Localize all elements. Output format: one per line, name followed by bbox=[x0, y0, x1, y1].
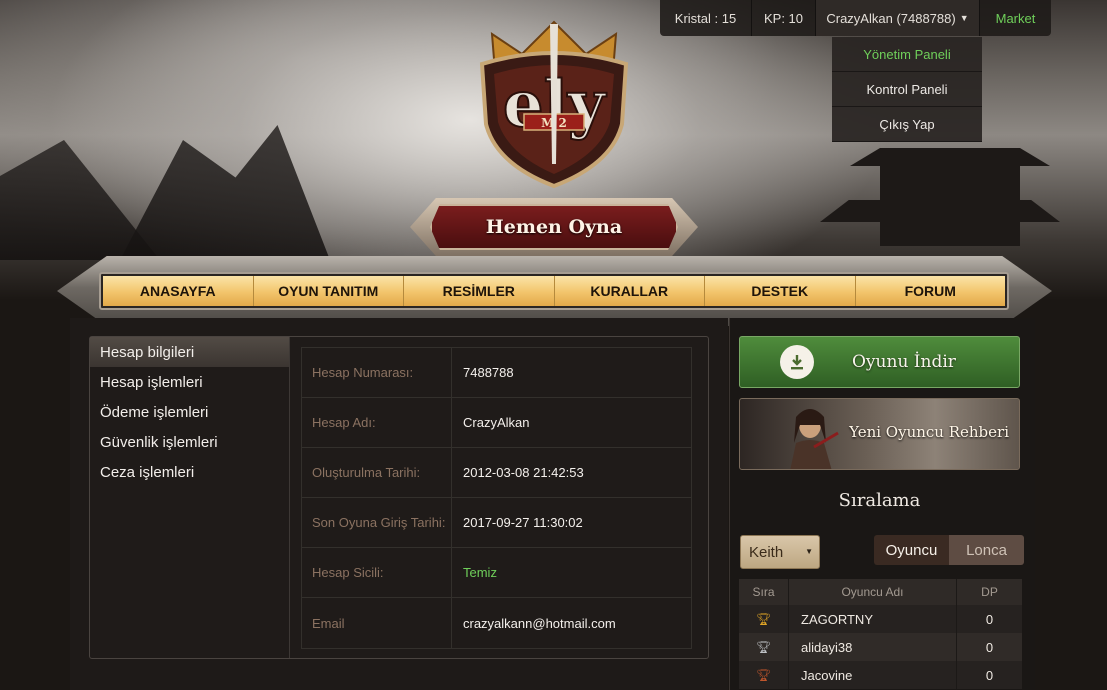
info-label: Hesap Numarası: bbox=[302, 348, 452, 397]
info-row-email: Email crazyalkann@hotmail.com bbox=[302, 598, 691, 648]
table-row[interactable]: 🏆︎ ZAGORTNY 0 bbox=[739, 605, 1022, 633]
col-header-rank: Sıra bbox=[739, 579, 789, 605]
player-name: Jacovine bbox=[789, 661, 957, 689]
col-header-name: Oyuncu Adı bbox=[789, 579, 957, 605]
nav-item-oyun-tanitim[interactable]: OYUN TANITIM bbox=[253, 276, 404, 306]
account-info-table: Hesap Numarası: 7488788 Hesap Adı: Crazy… bbox=[301, 347, 692, 649]
info-label: Hesap Adı: bbox=[302, 398, 452, 447]
account-menu-guvenlik-islemleri[interactable]: Güvenlik işlemleri bbox=[90, 427, 289, 457]
nav-item-anasayfa[interactable]: ANASAYFA bbox=[103, 276, 254, 306]
nav-item-resimler[interactable]: RESİMLER bbox=[404, 276, 555, 306]
download-icon bbox=[780, 345, 814, 379]
main-navigation: ANASAYFA OYUN TANITIM RESİMLER KURALLAR … bbox=[57, 256, 1052, 326]
info-value: 2017-09-27 11:30:02 bbox=[463, 515, 583, 530]
player-name: alidayi38 bbox=[789, 633, 957, 661]
info-label: Oluşturulma Tarihi: bbox=[302, 448, 452, 497]
info-value: crazyalkann@hotmail.com bbox=[463, 615, 616, 631]
mountain-silhouette bbox=[120, 125, 330, 260]
menu-item-cikis-yap[interactable]: Çıkış Yap bbox=[832, 107, 982, 142]
player-dp: 0 bbox=[985, 611, 994, 627]
ranking-table-header: Sıra Oyuncu Adı DP bbox=[739, 579, 1022, 605]
kp-balance: KP: 10 bbox=[752, 0, 816, 36]
col-header-dp: DP bbox=[981, 585, 998, 599]
user-menu-toggle[interactable]: CrazyAlkan (7488788) ▼ bbox=[816, 0, 980, 36]
info-row-created-date: Oluşturulma Tarihi: 2012-03-08 21:42:53 bbox=[302, 448, 691, 498]
info-row-account-number: Hesap Numarası: 7488788 bbox=[302, 348, 691, 398]
info-row-account-record: Hesap Sicili: Temiz bbox=[302, 548, 691, 598]
nav-item-destek[interactable]: DESTEK bbox=[705, 276, 856, 306]
warrior-portrait-image bbox=[780, 403, 840, 469]
guide-label: Yeni Oyuncu Rehberi bbox=[849, 423, 1009, 441]
account-panel: Hesap bilgileri Hesap işlemleri Ödeme iş… bbox=[89, 336, 709, 659]
ranking-table: Sıra Oyuncu Adı DP 🏆︎ ZAGORTNY 0 🏆︎ alid… bbox=[739, 579, 1022, 689]
nav-item-forum[interactable]: FORUM bbox=[855, 276, 1005, 306]
download-label: Oyunu İndir bbox=[852, 352, 956, 372]
menu-item-kontrol-paneli[interactable]: Kontrol Paneli bbox=[832, 72, 982, 107]
nav-bar: ANASAYFA OYUN TANITIM RESİMLER KURALLAR … bbox=[99, 272, 1009, 310]
account-menu: Hesap bilgileri Hesap işlemleri Ödeme iş… bbox=[90, 337, 290, 658]
mountain-silhouette bbox=[0, 140, 160, 260]
toggle-oyuncu[interactable]: Oyuncu bbox=[874, 535, 949, 565]
ranking-title: Sıralama bbox=[838, 490, 921, 511]
table-row[interactable]: 🏆︎ Jacovine 0 bbox=[739, 661, 1022, 689]
player-dp: 0 bbox=[985, 667, 994, 683]
account-menu-odeme-islemleri[interactable]: Ödeme işlemleri bbox=[90, 397, 289, 427]
server-select[interactable]: Keith ▼ bbox=[740, 535, 820, 569]
caret-down-icon: ▼ bbox=[959, 13, 969, 23]
info-value: CrazyAlkan bbox=[463, 415, 530, 430]
table-row[interactable]: 🏆︎ alidayi38 0 bbox=[739, 633, 1022, 661]
ranking-type-toggle: Oyuncu Lonca bbox=[874, 535, 1024, 565]
kristal-balance: Kristal : 15 bbox=[660, 0, 752, 36]
info-row-account-name: Hesap Adı: CrazyAlkan bbox=[302, 398, 691, 448]
nav-item-kurallar[interactable]: KURALLAR bbox=[554, 276, 705, 306]
pagoda-silhouette bbox=[820, 200, 1060, 222]
new-player-guide-banner[interactable]: Yeni Oyuncu Rehberi bbox=[739, 398, 1020, 470]
status-value: Temiz bbox=[463, 565, 497, 580]
username-label: CrazyAlkan (7488788) bbox=[826, 10, 956, 26]
trophy-silver-icon: 🏆︎ bbox=[739, 633, 789, 661]
user-dropdown-menu: Yönetim Paneli Kontrol Paneli Çıkış Yap bbox=[832, 37, 982, 142]
info-label: Son Oyuna Giriş Tarihi: bbox=[302, 498, 452, 547]
trophy-bronze-icon: 🏆︎ bbox=[739, 661, 789, 689]
top-account-bar: Kristal : 15 KP: 10 CrazyAlkan (7488788)… bbox=[660, 0, 1051, 36]
chevron-down-icon: ▼ bbox=[805, 547, 813, 556]
menu-item-yonetim-paneli[interactable]: Yönetim Paneli bbox=[832, 37, 982, 72]
play-now-button[interactable]: Hemen Oyna bbox=[410, 198, 698, 256]
toggle-lonca[interactable]: Lonca bbox=[949, 535, 1024, 565]
player-name: ZAGORTNY bbox=[789, 605, 957, 633]
player-dp: 0 bbox=[985, 639, 994, 655]
info-label: Email bbox=[302, 598, 452, 648]
play-button-label: Hemen Oyna bbox=[485, 216, 623, 238]
trophy-gold-icon: 🏆︎ bbox=[739, 605, 789, 633]
ely-m2-logo[interactable]: ely M 2 bbox=[472, 14, 636, 189]
pagoda-silhouette bbox=[850, 148, 1050, 166]
account-menu-hesap-bilgileri[interactable]: Hesap bilgileri bbox=[90, 337, 289, 367]
download-game-button[interactable]: Oyunu İndir bbox=[739, 336, 1020, 388]
info-value: 7488788 bbox=[463, 365, 514, 380]
account-menu-ceza-islemleri[interactable]: Ceza işlemleri bbox=[90, 457, 289, 487]
server-select-value: Keith bbox=[749, 543, 784, 561]
market-link[interactable]: Market bbox=[980, 0, 1051, 36]
account-menu-hesap-islemleri[interactable]: Hesap işlemleri bbox=[90, 367, 289, 397]
info-value: 2012-03-08 21:42:53 bbox=[463, 465, 584, 480]
info-row-last-login: Son Oyuna Giriş Tarihi: 2017-09-27 11:30… bbox=[302, 498, 691, 548]
play-button-face: Hemen Oyna bbox=[430, 204, 678, 250]
info-label: Hesap Sicili: bbox=[302, 548, 452, 597]
